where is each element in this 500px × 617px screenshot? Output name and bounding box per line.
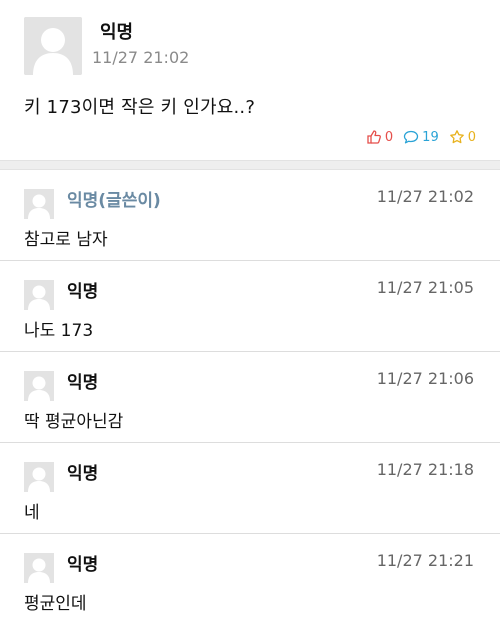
like-button[interactable]: 0	[366, 129, 393, 145]
star-icon	[449, 130, 464, 144]
article-page: 익명 11/27 21:02 키 173이면 작은 키 인가요..? 0 19	[0, 0, 500, 617]
comment-text: 네	[24, 503, 40, 523]
avatar	[24, 189, 54, 219]
like-count: 0	[384, 129, 394, 145]
post-stats: 0 19 0	[356, 128, 476, 146]
default-profile-icon	[24, 553, 54, 583]
avatar	[24, 553, 54, 583]
comment-author: 익명	[67, 282, 99, 302]
comment-item: 익명 11/27 21:05 나도 173	[0, 262, 500, 352]
default-profile-icon	[24, 189, 54, 219]
comment-item: 익명 11/27 21:06 딱 평균아닌감	[0, 353, 500, 443]
comment-count: 19	[422, 129, 439, 145]
avatar	[24, 17, 82, 75]
comment-item: 익명 11/27 21:21 평균인데	[0, 535, 500, 617]
comment-author: 익명	[67, 555, 99, 575]
comment-text: 평균인데	[24, 594, 87, 614]
comment-text: 나도 173	[24, 321, 94, 341]
comment-count-button[interactable]: 19	[403, 129, 439, 145]
post-author: 익명	[100, 22, 134, 43]
default-profile-icon	[24, 17, 82, 75]
comment-time: 11/27 21:21	[376, 551, 474, 570]
speech-bubble-icon	[404, 130, 419, 144]
comment-author: 익명	[67, 464, 99, 484]
comment-time: 11/27 21:05	[376, 278, 474, 297]
avatar	[24, 280, 54, 310]
section-divider	[0, 160, 500, 170]
comment-text: 참고로 남자	[24, 230, 108, 250]
comment-time: 11/27 21:02	[376, 187, 474, 206]
avatar	[24, 462, 54, 492]
comment-item: 익명 11/27 21:18 네	[0, 444, 500, 534]
comment-author: 익명(글쓴이)	[67, 191, 161, 211]
post: 익명 11/27 21:02 키 173이면 작은 키 인가요..? 0 19	[0, 0, 500, 160]
comment-time: 11/27 21:06	[376, 369, 474, 388]
default-profile-icon	[24, 462, 54, 492]
avatar	[24, 371, 54, 401]
post-time: 11/27 21:02	[92, 48, 190, 67]
comment-item: 익명(글쓴이) 11/27 21:02 참고로 남자	[0, 171, 500, 261]
scrap-button[interactable]: 0	[449, 129, 476, 145]
default-profile-icon	[24, 280, 54, 310]
comment-author: 익명	[67, 373, 99, 393]
thumbs-up-icon	[367, 130, 381, 144]
scrap-count: 0	[467, 129, 476, 145]
default-profile-icon	[24, 371, 54, 401]
post-body: 키 173이면 작은 키 인가요..?	[24, 97, 256, 118]
comment-time: 11/27 21:18	[376, 460, 474, 479]
comment-text: 딱 평균아닌감	[24, 412, 124, 432]
